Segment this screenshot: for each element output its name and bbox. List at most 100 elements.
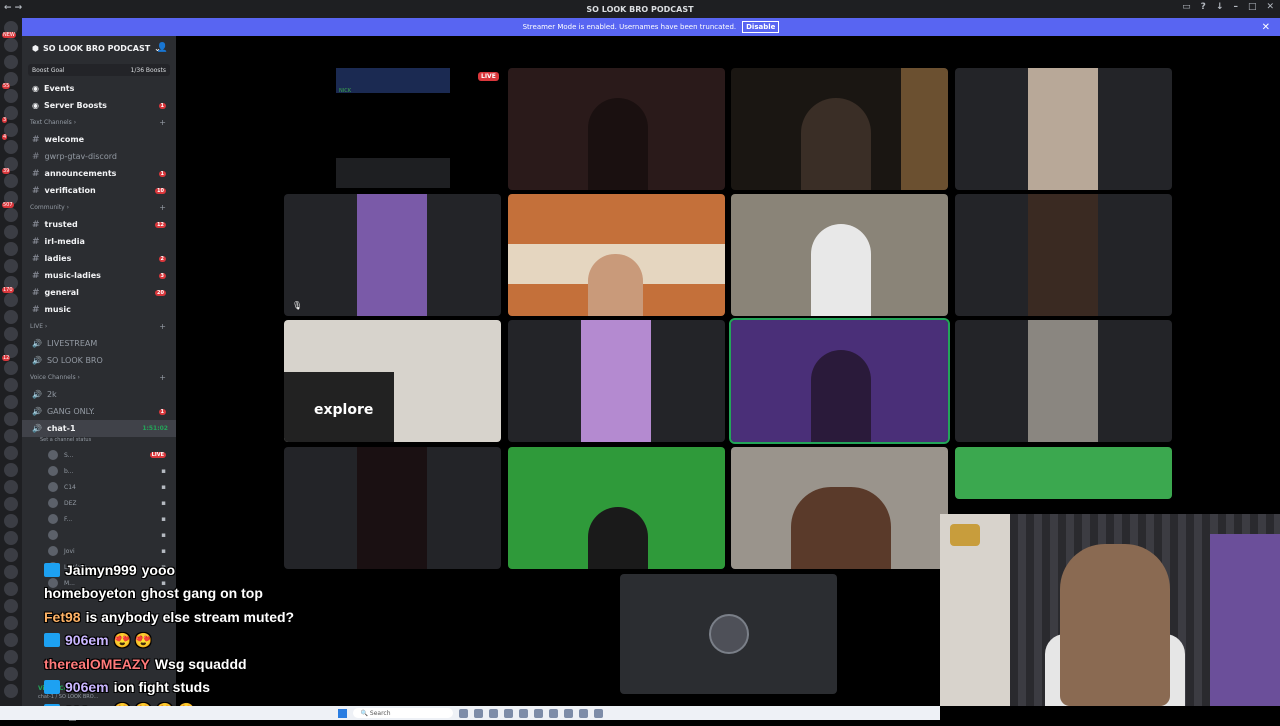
voice-user[interactable]: S... LIVE	[22, 447, 176, 463]
channel-category[interactable]: LIVE › +	[22, 318, 176, 335]
guild-icon[interactable]	[4, 616, 18, 630]
guild-icon[interactable]	[4, 514, 18, 528]
guild-icon[interactable]	[4, 225, 18, 239]
video-tile-13[interactable]	[284, 447, 501, 569]
channel-item[interactable]: # announcements 1	[22, 165, 176, 182]
channel-item[interactable]: # ladies 2	[22, 250, 176, 267]
taskbar-search[interactable]: 🔍 Search	[352, 708, 453, 718]
channel-status-row[interactable]: Set a channel status	[22, 437, 176, 447]
help-icon[interactable]: ?	[1201, 2, 1206, 12]
guild-icon[interactable]	[4, 378, 18, 392]
add-channel-icon[interactable]: +	[159, 118, 166, 127]
edge-icon[interactable]	[488, 708, 498, 718]
guild-icon[interactable]: NEW	[2, 21, 18, 38]
chrome-icon[interactable]	[578, 708, 588, 718]
video-tile-5[interactable]: 🎙	[284, 194, 501, 316]
store-icon[interactable]	[518, 708, 528, 718]
guild-icon[interactable]	[4, 293, 18, 307]
task-view-icon[interactable]	[458, 708, 468, 718]
guild-icon[interactable]	[4, 446, 18, 460]
video-tile-avatar-only[interactable]	[620, 574, 837, 694]
channel-category[interactable]: Voice Channels › +	[22, 369, 176, 386]
guild-icon[interactable]: 12	[2, 344, 18, 361]
guild-icon[interactable]	[4, 531, 18, 545]
channel-item[interactable]: # music	[22, 301, 176, 318]
guild-icon[interactable]	[4, 259, 18, 273]
add-channel-icon[interactable]: +	[159, 373, 166, 382]
app-icon[interactable]	[563, 708, 573, 718]
voice-user[interactable]: C14 ▪	[22, 479, 176, 495]
guild-icon[interactable]: 39	[2, 157, 18, 174]
boost-goal[interactable]: Boost Goal 1/36 Boosts	[28, 64, 170, 76]
channel-item[interactable]: 🔊 SO LOOK BRO	[22, 352, 176, 369]
voice-user[interactable]: ▪	[22, 527, 176, 543]
guild-icon[interactable]	[4, 480, 18, 494]
guild-icon[interactable]	[4, 361, 18, 375]
guild-icon[interactable]: 55	[2, 72, 18, 89]
windows-start-icon[interactable]	[337, 708, 347, 718]
guild-icon[interactable]	[4, 310, 18, 324]
sidebar-item-events[interactable]: ◉ Events	[22, 80, 176, 97]
video-tile-3[interactable]	[731, 68, 948, 190]
voice-user[interactable]: F... ▪	[22, 511, 176, 527]
maximize-button[interactable]: □	[1248, 2, 1257, 12]
disable-button[interactable]: Disable	[742, 21, 780, 33]
channel-category[interactable]: Community › +	[22, 199, 176, 216]
add-user-icon[interactable]: 👤	[157, 43, 168, 53]
guild-icon[interactable]: 507	[2, 191, 18, 208]
sidebar-item-server-boosts[interactable]: ◉ Server Boosts 1	[22, 97, 176, 114]
video-tile-10[interactable]	[508, 320, 725, 442]
channel-item[interactable]: # trusted 12	[22, 216, 176, 233]
guild-icon[interactable]: 4	[2, 123, 18, 140]
video-tile-15[interactable]	[731, 447, 948, 569]
video-tile-8[interactable]	[955, 194, 1172, 316]
file-explorer-icon[interactable]	[473, 708, 483, 718]
channel-item[interactable]: # gwrp-gtav-discord	[22, 148, 176, 165]
channel-category[interactable]: Text Channels › +	[22, 114, 176, 131]
guild-icon[interactable]	[4, 174, 18, 188]
channel-item[interactable]: # general 20	[22, 284, 176, 301]
guild-icon[interactable]	[4, 242, 18, 256]
video-tile-6[interactable]	[508, 194, 725, 316]
guild-icon[interactable]	[4, 89, 18, 103]
video-tile-9[interactable]: explore	[284, 320, 501, 442]
video-tile-4[interactable]	[955, 68, 1172, 190]
video-tile-7[interactable]	[731, 194, 948, 316]
download-icon[interactable]: ↓	[1216, 2, 1224, 12]
discord-icon[interactable]	[548, 708, 558, 718]
guild-icon[interactable]	[4, 633, 18, 647]
guild-icon[interactable]	[4, 140, 18, 154]
guild-icon[interactable]	[4, 684, 18, 698]
voice-user[interactable]: Jovi ▪	[22, 543, 176, 559]
guild-icon[interactable]	[4, 582, 18, 596]
video-tile-16[interactable]	[955, 447, 1172, 499]
guild-icon[interactable]	[4, 565, 18, 579]
channel-item[interactable]: 🔊 LIVESTREAM	[22, 335, 176, 352]
channel-item[interactable]: # welcome	[22, 131, 176, 148]
voice-user[interactable]: DEZ ▪	[22, 495, 176, 511]
mail-icon[interactable]	[503, 708, 513, 718]
guild-icon[interactable]	[4, 208, 18, 222]
guild-icon[interactable]	[4, 327, 18, 341]
guild-icon[interactable]	[4, 412, 18, 426]
guild-icon[interactable]	[4, 667, 18, 681]
guild-icon[interactable]	[4, 463, 18, 477]
video-tile-greenscreen[interactable]	[508, 447, 725, 569]
guild-icon[interactable]	[4, 38, 18, 52]
close-button[interactable]: ✕	[1266, 2, 1274, 12]
add-channel-icon[interactable]: +	[159, 203, 166, 212]
voice-user[interactable]: b... ▪	[22, 463, 176, 479]
video-tile-12[interactable]	[955, 320, 1172, 442]
guild-icon[interactable]	[4, 395, 18, 409]
add-channel-icon[interactable]: +	[159, 322, 166, 331]
guild-icon[interactable]: 3	[2, 106, 18, 123]
video-tile-2[interactable]	[508, 68, 725, 190]
inbox-icon[interactable]: ▭	[1182, 2, 1191, 12]
channel-item[interactable]: # verification 10	[22, 182, 176, 199]
channel-item[interactable]: 🔊 GANG ONLY. 1	[22, 403, 176, 420]
minimize-button[interactable]: –	[1233, 2, 1238, 12]
guild-icon[interactable]	[4, 650, 18, 664]
back-icon[interactable]: ← →	[4, 3, 22, 13]
channel-item[interactable]: 🔊 2k	[22, 386, 176, 403]
guild-icon[interactable]	[4, 497, 18, 511]
